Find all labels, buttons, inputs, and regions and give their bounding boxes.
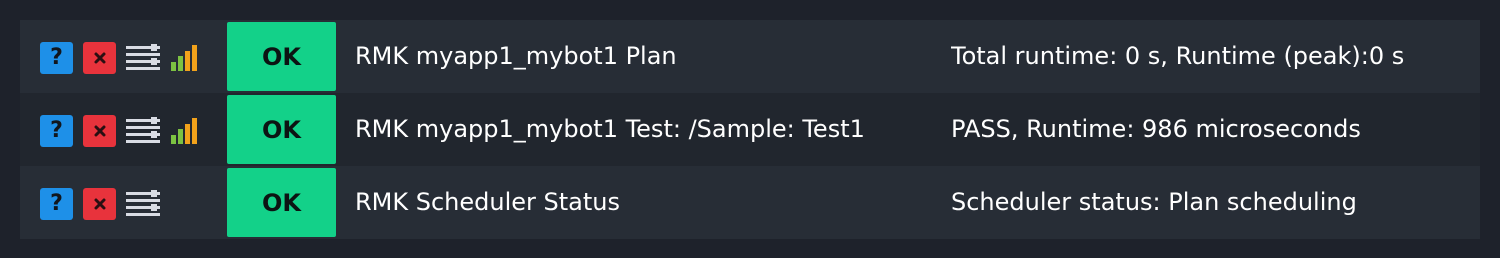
- close-icon[interactable]: [83, 188, 116, 220]
- row-icons: ?: [40, 115, 198, 147]
- close-icon[interactable]: [83, 115, 116, 147]
- help-icon[interactable]: ?: [40, 115, 73, 147]
- close-glyph: [94, 52, 105, 64]
- service-table: ? OK RMK myapp1_mybot1 Plan Total runtim…: [20, 20, 1480, 239]
- row-icons: ?: [40, 42, 198, 74]
- help-symbol: ?: [50, 45, 63, 70]
- table-row: ? OK RMK myapp1_myb: [20, 20, 1480, 93]
- help-symbol: ?: [50, 118, 63, 143]
- service-name[interactable]: RMK myapp1_mybot1 Plan: [355, 20, 945, 93]
- table-row: ? OK RMK Scheduler Status Scheduler stat…: [20, 166, 1480, 239]
- help-symbol: ?: [50, 191, 63, 216]
- state-badge[interactable]: OK: [227, 168, 336, 237]
- close-icon[interactable]: [83, 42, 116, 74]
- table-row: ? OK RMK myapp1_myb: [20, 93, 1480, 166]
- performance-bars-icon[interactable]: [170, 45, 198, 71]
- service-output: PASS, Runtime: 986 microseconds: [951, 115, 1361, 143]
- hamburger-menu-icon[interactable]: [126, 190, 160, 218]
- close-glyph: [94, 125, 105, 137]
- row-icons: ?: [40, 188, 170, 220]
- help-icon[interactable]: ?: [40, 188, 73, 220]
- help-icon[interactable]: ?: [40, 42, 73, 74]
- state-badge[interactable]: OK: [227, 95, 336, 164]
- service-name[interactable]: RMK myapp1_mybot1 Test: /Sample: Test1: [355, 93, 945, 166]
- state-badge[interactable]: OK: [227, 22, 336, 91]
- service-name[interactable]: RMK Scheduler Status: [355, 166, 945, 239]
- hamburger-menu-icon[interactable]: [126, 117, 160, 145]
- service-output: Scheduler status: Plan scheduling: [951, 188, 1357, 216]
- hamburger-menu-icon[interactable]: [126, 44, 160, 72]
- close-glyph: [94, 198, 105, 210]
- service-output: Total runtime: 0 s, Runtime (peak):0 s: [951, 42, 1405, 70]
- performance-bars-icon[interactable]: [170, 118, 198, 144]
